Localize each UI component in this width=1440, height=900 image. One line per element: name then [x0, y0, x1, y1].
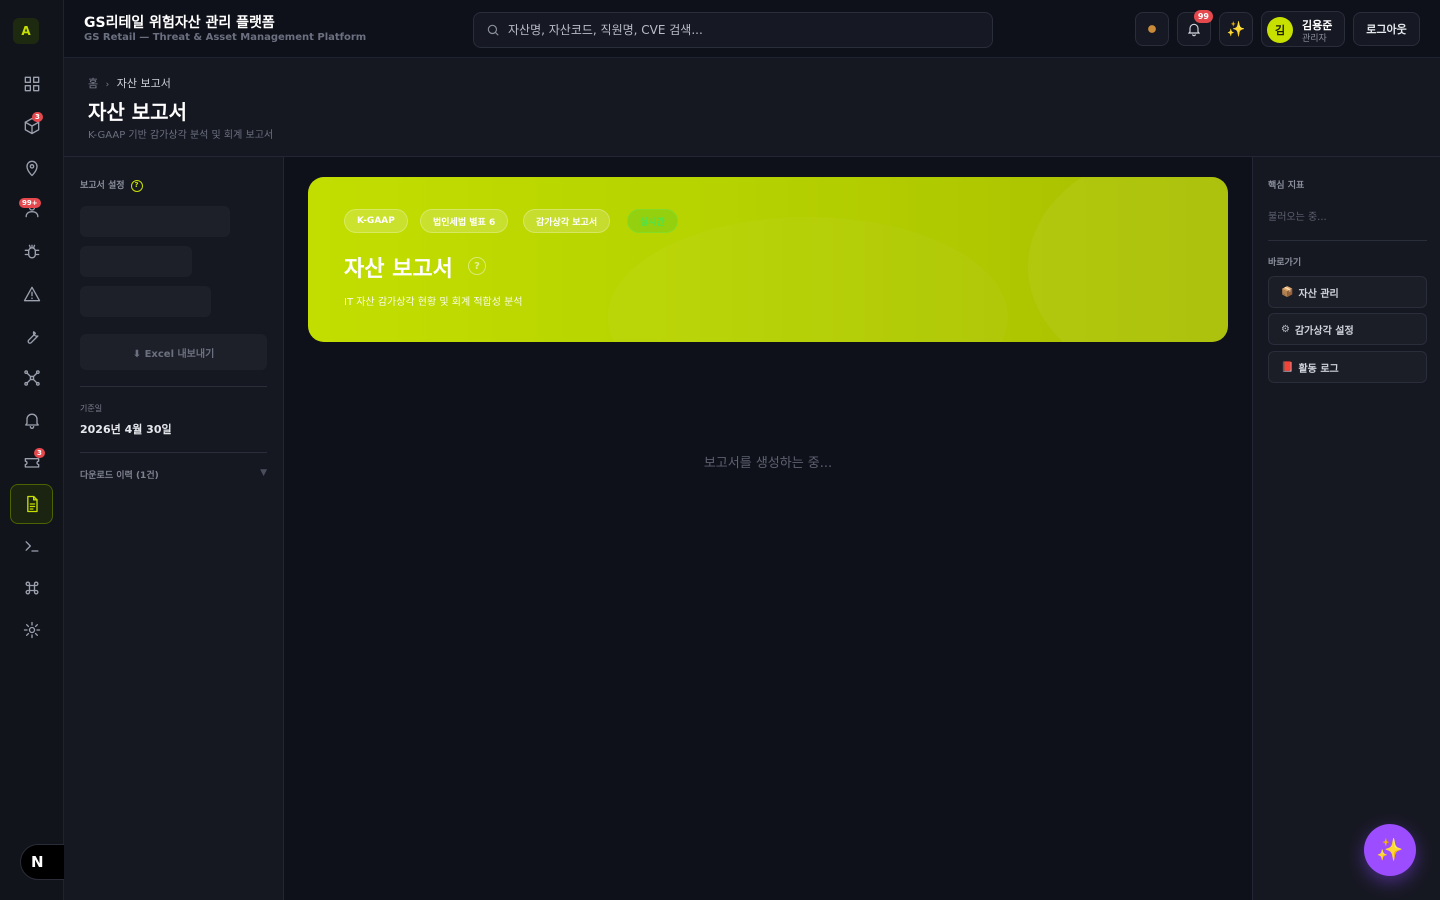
shortcuts-title: 바로가기 — [1268, 258, 1302, 268]
kpi-title: 핵심 지표 — [1268, 181, 1305, 191]
sun-icon — [1148, 25, 1156, 33]
breadcrumb: 홈 › 자산 보고서 — [88, 75, 171, 91]
tag-realtime: 실시간 — [627, 209, 678, 233]
rail-users[interactable]: 99+ — [10, 190, 53, 230]
rail-notifications[interactable] — [10, 400, 53, 440]
rail-shortcuts[interactable] — [10, 568, 53, 608]
user-menu[interactable]: 김 김용준 관리자 — [1261, 11, 1345, 47]
rail-network[interactable] — [10, 358, 53, 398]
report-main: K-GAAP 법인세법 별표 6 감가상각 보고서 실시간 자산 보고서 ? I… — [284, 157, 1252, 900]
book-icon: 📕 — [1281, 361, 1294, 373]
shortcut-asset-management[interactable]: 📦 자산 관리 — [1268, 276, 1427, 308]
terminal-icon — [25, 541, 38, 552]
notification-count-badge: 99 — [1193, 10, 1213, 23]
shortcut-label: 활동 로그 — [1298, 363, 1339, 375]
download-history-label: 다운로드 이력 (1건) — [80, 471, 159, 481]
search-input[interactable] — [508, 23, 968, 37]
theme-toggle-button[interactable] — [1135, 12, 1169, 46]
top-bar: GS리테일 위험자산 관리 플랫폼 GS Retail — Threat & A… — [64, 0, 1440, 58]
hero-subtitle: IT 자산 감가상각 현황 및 회계 적합성 분석 — [344, 297, 523, 308]
network-icon — [23, 370, 40, 386]
rail-alerts[interactable] — [10, 274, 53, 314]
page-header: 홈 › 자산 보고서 자산 보고서 K-GAAP 기반 감가상각 분석 및 회계… — [64, 58, 1440, 157]
kpi-loading-text: 불러오는 중... — [1268, 212, 1327, 223]
bell-icon — [1187, 23, 1201, 37]
document-icon — [26, 495, 38, 513]
base-date-label: 기준일 — [80, 404, 103, 413]
help-icon[interactable]: ? — [468, 257, 486, 275]
warning-triangle-icon — [23, 286, 40, 302]
breadcrumb-current: 자산 보고서 — [116, 77, 171, 90]
hero-decoration — [1028, 177, 1228, 342]
sparkles-icon: ✨ — [1376, 837, 1404, 863]
breadcrumb-separator: › — [105, 80, 110, 90]
shortcut-label: 감가상각 설정 — [1294, 325, 1354, 337]
global-search[interactable] — [473, 12, 993, 48]
ai-assistant-button[interactable]: ✨ — [1219, 12, 1253, 46]
download-history-toggle[interactable]: 다운로드 이력 (1건) ▼ — [80, 468, 267, 481]
users-badge: 99+ — [19, 198, 41, 208]
divider — [80, 386, 267, 387]
wrench-icon — [27, 331, 38, 344]
avatar: 김 — [1267, 17, 1293, 43]
map-pin-icon — [25, 160, 38, 177]
assets-badge: 3 — [32, 112, 43, 122]
page-subtitle: K-GAAP 기반 감가상각 분석 및 회계 보고서 — [88, 130, 274, 141]
nextjs-logo-icon: N — [31, 853, 44, 871]
loading-skeleton — [80, 286, 211, 317]
shortcut-activity-log[interactable]: 📕 활동 로그 — [1268, 351, 1427, 383]
tag-tax-law: 법인세법 별표 6 — [420, 209, 509, 233]
tickets-badge: 3 — [34, 448, 45, 458]
divider — [80, 452, 267, 453]
rail-dashboard[interactable] — [10, 64, 53, 104]
ai-chat-fab[interactable]: ✨ — [1364, 824, 1416, 876]
rail-vulnerabilities[interactable] — [10, 232, 53, 272]
divider — [1268, 240, 1427, 241]
tag-kgaap: K-GAAP — [344, 209, 408, 233]
breadcrumb-home[interactable]: 홈 — [88, 77, 98, 90]
bug-icon — [24, 244, 39, 259]
hero-decoration — [608, 217, 1008, 342]
report-loading-text: 보고서를 생성하는 중... — [703, 456, 833, 471]
box-icon: 📦 — [1281, 286, 1294, 298]
logout-button[interactable]: 로그아웃 — [1353, 12, 1420, 46]
app-subtitle: GS Retail — Threat & Asset Management Pl… — [84, 32, 367, 43]
grid-icon — [24, 76, 39, 92]
gear-icon: ⚙ — [1281, 323, 1290, 335]
base-date-value: 2026년 4월 30일 — [80, 423, 172, 436]
report-settings-panel: 보고서 설정? ⬇ Excel 내보내기 기준일 2026년 4월 30일 다운… — [64, 157, 284, 900]
notifications-button[interactable]: 99 — [1177, 10, 1213, 46]
side-info-panel: 핵심 지표 불러오는 중... 바로가기 📦 자산 관리 ⚙ 감가상각 설정 📕… — [1252, 157, 1440, 900]
report-settings-title: 보고서 설정? — [80, 178, 143, 192]
rail-location[interactable] — [10, 148, 53, 188]
gear-icon — [23, 621, 40, 639]
excel-export-button[interactable]: ⬇ Excel 내보내기 — [80, 334, 267, 370]
shortcut-label: 자산 관리 — [1298, 288, 1339, 300]
user-role: 관리자 — [1302, 34, 1327, 44]
rail-tools[interactable] — [10, 316, 53, 356]
command-icon — [25, 581, 38, 595]
page-title: 자산 보고서 — [88, 100, 187, 124]
loading-skeleton — [80, 246, 192, 277]
side-rail: A 3 99+ 3 — [0, 0, 64, 900]
app-logo[interactable]: A — [13, 18, 39, 44]
tag-depreciation: 감가상각 보고서 — [523, 209, 611, 233]
rail-assets[interactable]: 3 — [10, 106, 53, 146]
sparkles-icon: ✨ — [1226, 20, 1246, 38]
report-hero-banner: K-GAAP 법인세법 별표 6 감가상각 보고서 실시간 자산 보고서 ? I… — [308, 177, 1228, 342]
loading-skeleton — [80, 206, 230, 237]
rail-terminal[interactable] — [10, 526, 53, 566]
search-icon — [487, 24, 499, 36]
rail-tickets[interactable]: 3 — [10, 442, 53, 482]
rail-settings[interactable] — [10, 610, 53, 650]
shortcut-depreciation-settings[interactable]: ⚙ 감가상각 설정 — [1268, 313, 1427, 345]
help-icon[interactable]: ? — [130, 179, 143, 192]
rail-reports[interactable] — [10, 484, 53, 524]
chevron-down-icon: ▼ — [260, 468, 267, 478]
bell-icon — [24, 413, 39, 429]
hero-title: 자산 보고서 — [344, 257, 453, 282]
app-title: GS리테일 위험자산 관리 플랫폼 — [84, 15, 275, 31]
